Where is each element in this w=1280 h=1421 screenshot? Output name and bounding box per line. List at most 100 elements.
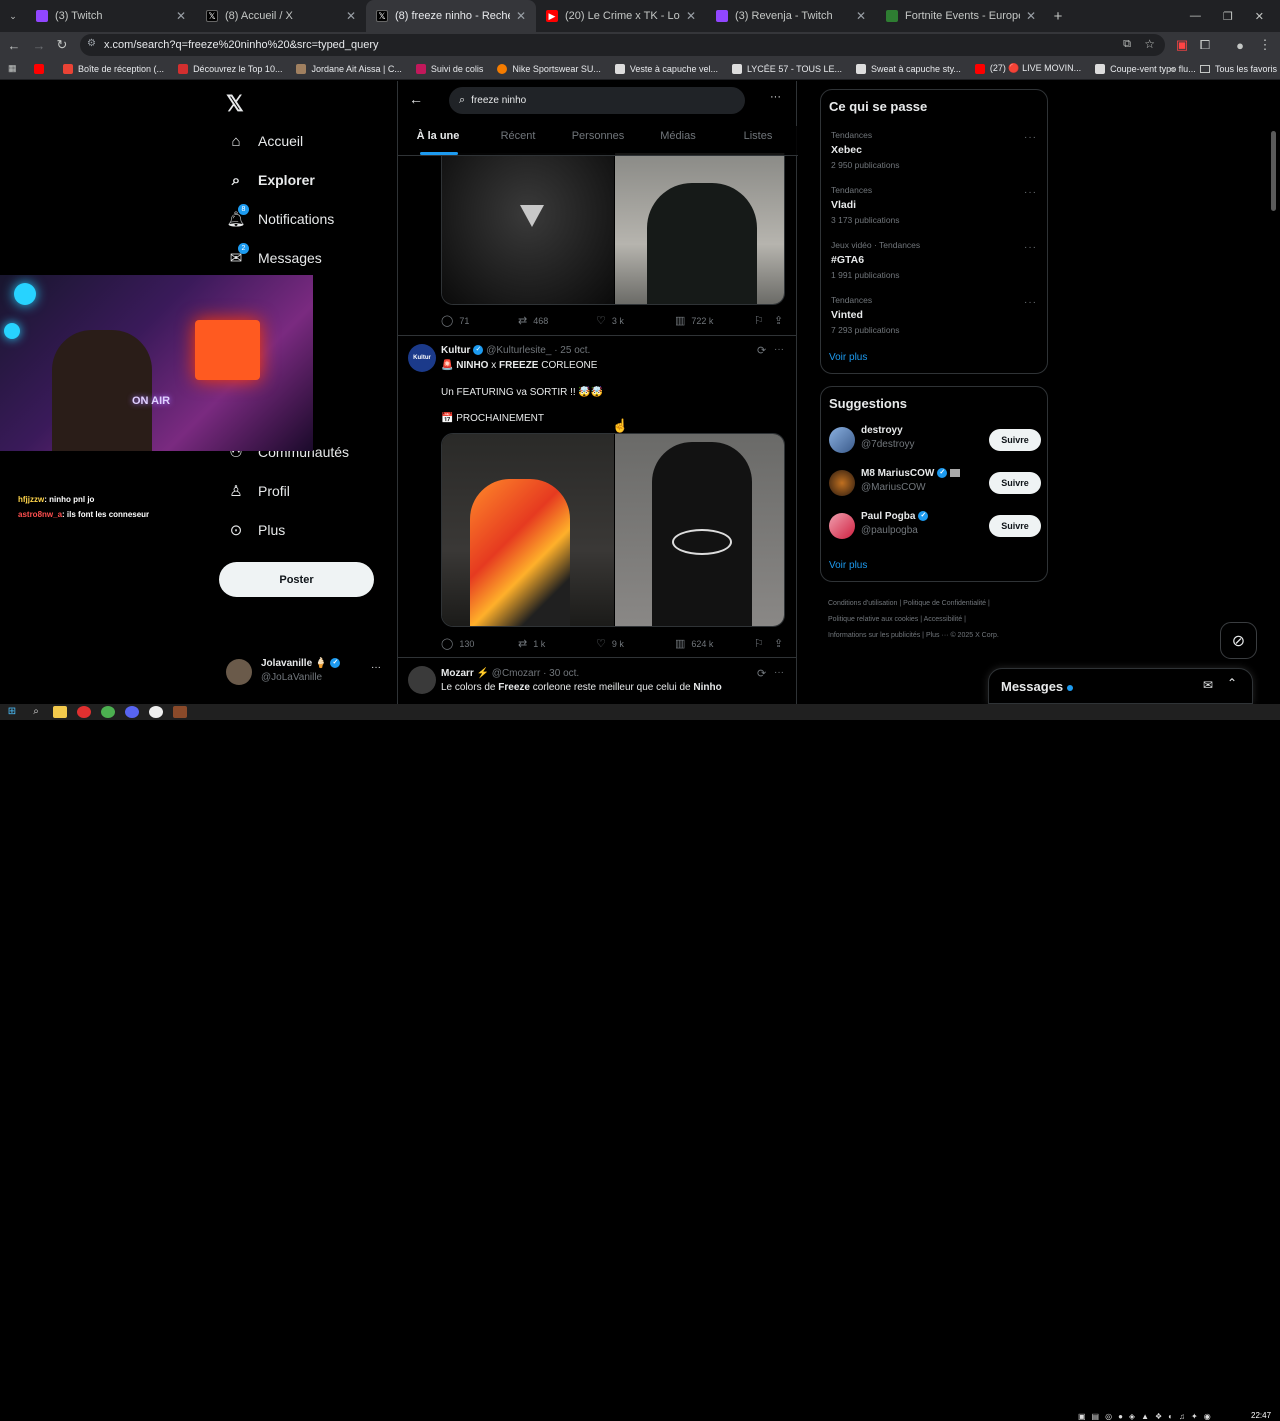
bookmark-jordane[interactable]: Jordane Ait Aissa | C... [296,63,402,74]
chrome-icon[interactable] [101,706,115,718]
bookmark-gmail[interactable]: Boîte de réception (... [63,63,164,74]
reload-icon[interactable]: ↻ [53,36,71,54]
follow-button[interactable]: Suivre [989,472,1041,494]
close-tab-icon[interactable]: ✕ [856,9,866,23]
author-handle[interactable]: @Cmozarr [492,668,541,679]
minimize-icon[interactable]: — [1190,10,1201,22]
bookmark-suivi[interactable]: Suivi de colis [415,63,483,74]
nav-explore[interactable]: ⌕ Explorer [226,170,315,190]
trend-more-icon[interactable]: ··· [1024,242,1037,253]
account-switcher[interactable]: Jolavanille 🍦 ✓ @JoLaVanille ··· [226,658,386,688]
browser-tab-2[interactable]: 𝕏 (8) Accueil / X ✕ [196,0,366,32]
system-tray-icons[interactable]: ▣▤◎●◈▲❖◐♫✦◉ [1078,1412,1217,1421]
suggestions-see-more-link[interactable]: Voir plus [829,560,867,571]
reply-action[interactable]: ◯ 71 [441,314,469,327]
nav-messages[interactable]: ✉ 2 Messages [226,243,322,268]
file-explorer-icon[interactable] [53,706,67,718]
follow-button[interactable]: Suivre [989,515,1041,537]
tweet-media[interactable] [441,153,785,305]
nav-more[interactable]: ⊙ Plus [226,520,286,540]
like-action[interactable]: ♡ 9 k [596,637,624,650]
trend-item[interactable]: Tendances Xebec 2 950 publications [831,130,900,170]
trend-more-icon[interactable]: ··· [1024,132,1037,143]
page-scrollbar[interactable] [1271,131,1276,211]
address-bar[interactable]: ⚙ x.com/search?q=freeze%20ninho%20&src=t… [80,34,1165,56]
grok-icon[interactable]: ⟳ [757,344,766,357]
search-input[interactable]: ⌕ freeze ninho [449,87,745,114]
retweet-action[interactable]: ⇄ 468 [518,314,548,327]
new-tab-icon[interactable]: + [1046,0,1070,32]
bookmark-lycee[interactable]: LYCÉE 57 - TOUS LE... [731,63,842,74]
bookmark-nike[interactable]: Nike Sportswear SU... [497,63,601,74]
account-more-icon[interactable]: ··· [371,662,381,673]
restore-icon[interactable]: ❐ [1223,10,1233,23]
back-arrow-icon[interactable]: ← [409,91,423,107]
install-app-icon[interactable]: ⧉ [1123,38,1131,51]
browser-menu-icon[interactable]: ⋮ [1256,36,1274,54]
discord-icon[interactable] [125,706,139,718]
tab-media[interactable]: Médias [638,126,718,155]
tab-top[interactable]: À la une [398,126,478,155]
bookmark-veste[interactable]: Veste à capuche vel... [614,63,718,74]
browser-tab-5[interactable]: (3) Revenja - Twitch ✕ [706,0,876,32]
trend-more-icon[interactable]: ··· [1024,297,1037,308]
close-tab-icon[interactable]: ✕ [516,9,526,23]
avatar[interactable] [408,666,436,694]
footer-link[interactable]: Politique relative aux cookies [828,616,918,623]
tweet-media[interactable] [441,433,785,627]
like-action[interactable]: ♡ 3 k [596,314,624,327]
browser-tab-3[interactable]: 𝕏(8) freeze ninho - Recherche / X✕ [366,0,536,32]
trend-more-icon[interactable]: ··· [1024,187,1037,198]
extensions-puzzle-icon[interactable]: ⧠ [1196,36,1214,54]
close-tab-icon[interactable]: ✕ [686,9,696,23]
opera-icon[interactable] [77,706,91,718]
search-settings-icon[interactable]: ··· [770,91,781,103]
bookmark-action[interactable]: ⚐ [754,637,770,650]
search-icon[interactable]: ⌕ [29,706,43,718]
messages-dock[interactable]: Messages ✉ ⌃ [988,668,1253,704]
close-tab-icon[interactable]: ✕ [346,9,356,23]
nav-profile[interactable]: ♙ Profil [226,481,290,501]
close-tab-icon[interactable]: ✕ [1026,9,1036,23]
window-close-icon[interactable]: ✕ [1255,10,1264,23]
bookmark-top10[interactable]: Découvrez le Top 10... [178,63,282,74]
windows-start-icon[interactable]: ⊞ [5,706,19,718]
tab-search-icon[interactable]: ⌄ [0,0,26,32]
footer-link[interactable]: Informations sur les publicités [828,632,920,639]
profile-avatar-icon[interactable]: ● [1231,36,1249,54]
bookmark-sweat[interactable]: Sweat à capuche sty... [856,63,961,74]
app-icon[interactable] [173,706,187,718]
footer-link[interactable]: Conditions d'utilisation [828,600,897,607]
tab-lists[interactable]: Listes [718,126,798,155]
suggestion-item[interactable]: Paul Pogba ✓ @paulpogba Suivre [829,511,1041,545]
author-handle[interactable]: @Kulturlesite_ [486,345,551,356]
footer-link[interactable]: Plus ··· [926,632,949,639]
grok-icon[interactable]: ⟳ [757,667,766,680]
trend-item[interactable]: Jeux vidéo · Tendances #GTA6 1 991 publica… [831,240,920,280]
author-name[interactable]: Mozarr ⚡ [441,668,489,679]
author-name[interactable]: Kultur [441,345,470,356]
tab-people[interactable]: Personnes [558,126,638,155]
tweet-date[interactable]: · 30 oct. [543,668,579,679]
tweet-more-icon[interactable]: ··· [774,344,784,355]
close-tab-icon[interactable]: ✕ [176,9,186,23]
expand-icon[interactable]: ⌃ [1227,676,1237,690]
tweet-date[interactable]: · 25 oct. [554,345,590,356]
suggestion-item[interactable]: M8 MariusCOW ✓ @MariusCOW Suivre [829,468,1041,502]
bookmark-youtube[interactable] [34,63,49,74]
bookmark-star-icon[interactable]: ☆ [1144,37,1155,51]
tweet-more-icon[interactable]: ··· [774,667,784,678]
avatar[interactable]: Kultur [408,344,436,372]
browser-tab-4[interactable]: ▶(20) Le Crime x TK - Love D'une✕ [536,0,706,32]
site-info-icon[interactable]: ⚙ [87,38,96,49]
bookmark-live[interactable]: (27) 🔴 LIVE MOVIN... [974,63,1081,74]
browser-tab-6[interactable]: Fortnite Events - Europe - Com✕ [876,0,1046,32]
forward-icon[interactable]: → [30,36,48,54]
footer-link[interactable]: Accessibilité [924,616,963,623]
views-action[interactable]: ▥ 722 k [675,314,713,327]
app-icon[interactable] [149,706,163,718]
new-message-icon[interactable]: ✉ [1203,678,1213,692]
all-bookmarks[interactable]: Tous les favoris [1200,64,1277,74]
follow-button[interactable]: Suivre [989,429,1041,451]
suggestion-item[interactable]: destroyy @7destroyy Suivre [829,425,1041,459]
